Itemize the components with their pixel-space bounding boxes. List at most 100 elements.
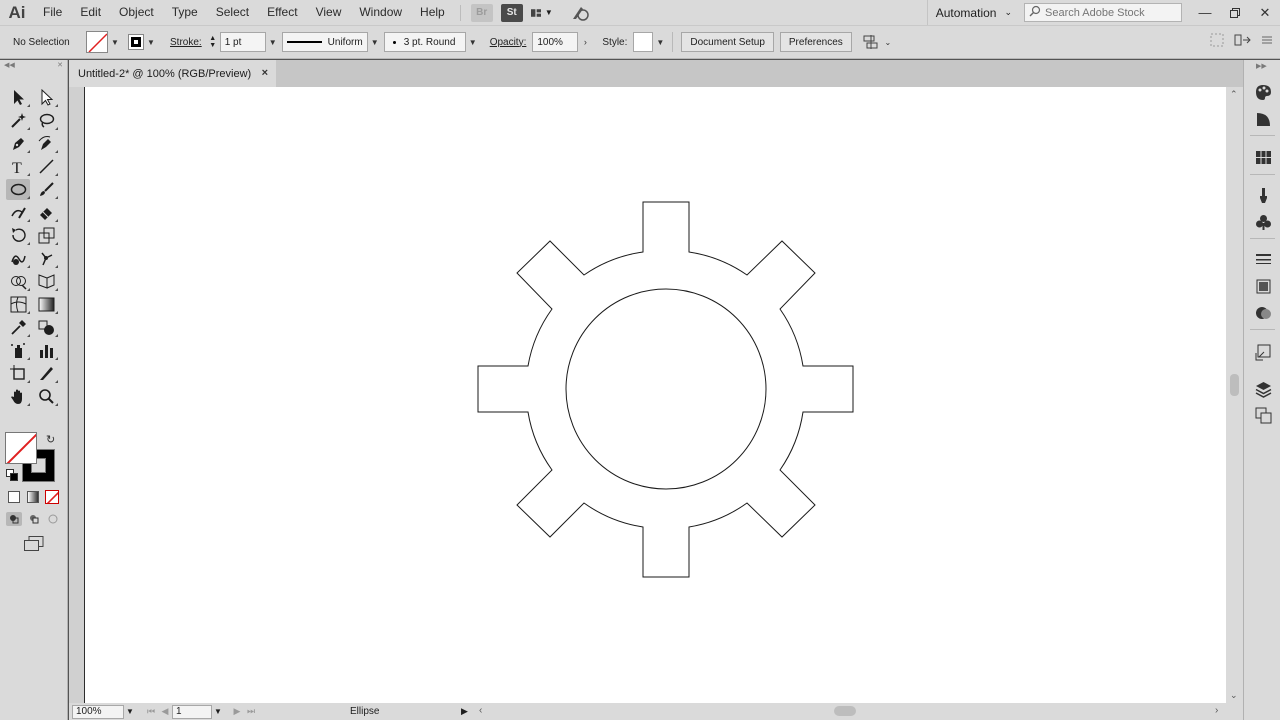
menu-object[interactable]: Object (110, 0, 163, 25)
brushes-icon[interactable] (1253, 185, 1273, 205)
menu-select[interactable]: Select (207, 0, 258, 25)
menu-edit[interactable]: Edit (71, 0, 110, 25)
scroll-up-icon[interactable]: ⌃ (1230, 89, 1238, 100)
arrange-documents-icon[interactable]: ▼ (530, 4, 553, 22)
stroke-weight-field[interactable]: 1 pt (219, 32, 266, 52)
canvas[interactable] (69, 87, 1226, 703)
artboard-tool-icon[interactable] (6, 363, 30, 384)
curvature-tool-icon[interactable] (34, 133, 58, 154)
line-segment-icon[interactable] (34, 156, 58, 177)
menu-effect[interactable]: Effect (258, 0, 306, 25)
close-window-button[interactable]: ✕ (1250, 0, 1280, 25)
puppet-warp-icon[interactable] (34, 248, 58, 269)
graphic-style-swatch[interactable] (633, 32, 654, 52)
scroll-left-icon[interactable]: ‹ (479, 705, 482, 716)
zoom-tool-icon[interactable] (34, 386, 58, 407)
gpu-performance-icon[interactable] (569, 4, 591, 22)
menu-help[interactable]: Help (411, 0, 454, 25)
slice-tool-icon[interactable] (34, 363, 58, 384)
search-input[interactable] (1045, 6, 1175, 19)
fill-color-box[interactable] (5, 432, 37, 464)
stroke-panel-icon[interactable] (1253, 249, 1273, 269)
next-artboard-icon[interactable]: ▶ (230, 706, 244, 717)
stock-button[interactable]: St (500, 3, 523, 22)
document-setup-button[interactable]: Document Setup (681, 32, 774, 52)
screen-mode-icon[interactable] (24, 536, 44, 554)
asset-export-icon[interactable] (1253, 342, 1273, 362)
swatches-icon[interactable] (1253, 147, 1273, 167)
document-tab[interactable]: Untitled-2* @ 100% (RGB/Preview) × (69, 60, 276, 87)
close-tab-icon[interactable]: × (262, 67, 268, 79)
artboard-number-field[interactable]: 1 (172, 704, 212, 719)
zoom-dropdown-icon[interactable]: ▼ (124, 707, 136, 716)
menu-file[interactable]: File (34, 0, 71, 25)
eraser-icon[interactable] (34, 202, 58, 223)
align-icon[interactable] (861, 32, 881, 52)
perspective-grid-icon[interactable] (34, 271, 58, 292)
vertical-scrollbar[interactable]: ⌃ ⌄ (1226, 87, 1243, 703)
bridge-button[interactable]: Br (470, 3, 493, 22)
blend-tool-icon[interactable] (34, 317, 58, 338)
toolbar-grip[interactable]: ◀◀ ✕ (0, 60, 67, 70)
symbols-icon[interactable] (1253, 212, 1273, 232)
scroll-down-icon[interactable]: ⌄ (1230, 690, 1238, 701)
menu-view[interactable]: View (307, 0, 351, 25)
artboard-dropdown-icon[interactable]: ▼ (212, 707, 224, 716)
magic-wand-icon[interactable] (6, 110, 30, 131)
panel-menu-icon[interactable] (1262, 33, 1272, 50)
fill-dropdown-icon[interactable]: ▼ (108, 32, 122, 52)
swap-colors-icon[interactable]: ↻ (46, 433, 55, 446)
direct-selection-tool-icon[interactable] (34, 87, 58, 108)
eyedropper-icon[interactable] (6, 317, 30, 338)
stroke-label[interactable]: Stroke: (164, 37, 208, 48)
paintbrush-icon[interactable] (34, 179, 58, 200)
menu-window[interactable]: Window (350, 0, 411, 25)
transform-icon[interactable] (1234, 33, 1252, 50)
align-dropdown-icon[interactable]: ⌄ (881, 32, 895, 52)
stroke-dropdown-icon[interactable]: ▼ (144, 32, 158, 52)
zoom-level-field[interactable]: 100% (72, 704, 124, 719)
fill-swatch[interactable] (86, 31, 108, 53)
gradient-tool-icon[interactable] (34, 294, 58, 315)
previous-artboard-icon[interactable]: ◀ (158, 706, 172, 717)
opacity-field[interactable]: 100% (532, 32, 579, 52)
none-mode-icon[interactable] (45, 490, 59, 504)
restore-button[interactable] (1220, 0, 1250, 25)
mesh-tool-icon[interactable] (6, 294, 30, 315)
opacity-label[interactable]: Opacity: (484, 37, 533, 48)
last-artboard-icon[interactable]: ⏭ (244, 706, 258, 717)
workspace-switcher[interactable]: Automation ⌄ (926, 0, 1020, 25)
stroke-profile-dropdown-icon[interactable]: ▼ (368, 32, 382, 52)
transparency-icon[interactable] (1253, 303, 1273, 323)
warp-tool-icon[interactable] (6, 248, 30, 269)
stroke-stepper-icon[interactable]: ▲ ▼ (208, 35, 218, 49)
type-tool-icon[interactable]: T (6, 156, 30, 177)
brush-dropdown-icon[interactable]: ▼ (466, 32, 480, 52)
horizontal-scroll-thumb[interactable] (834, 706, 856, 716)
default-colors-icon[interactable] (6, 469, 18, 484)
minimize-button[interactable]: — (1190, 0, 1220, 25)
column-graph-icon[interactable] (34, 340, 58, 361)
scroll-right-icon[interactable]: › (1215, 705, 1218, 716)
gradient-mode-icon[interactable] (27, 491, 39, 503)
gradient-swatch-icon[interactable] (1253, 276, 1273, 296)
lasso-icon[interactable] (34, 110, 58, 131)
stroke-profile-select[interactable]: Uniform (281, 32, 368, 52)
opacity-expand-icon[interactable]: › (578, 32, 592, 52)
shaper-tool-icon[interactable] (6, 202, 30, 223)
gradient-panel-icon[interactable] (1253, 109, 1273, 129)
shape-builder-icon[interactable] (6, 271, 30, 292)
ellipse-tool-icon[interactable] (6, 179, 30, 200)
color-mode-icon[interactable] (8, 491, 20, 503)
first-artboard-icon[interactable]: ⏮ (144, 706, 158, 717)
style-dropdown-icon[interactable]: ▼ (653, 32, 667, 52)
draw-inside-icon[interactable] (45, 512, 61, 526)
color-guide-icon[interactable] (1253, 82, 1273, 102)
hand-tool-icon[interactable] (6, 386, 30, 407)
vertical-scroll-thumb[interactable] (1230, 374, 1239, 396)
layers-icon[interactable] (1253, 379, 1273, 399)
status-menu-icon[interactable]: ▶ (461, 706, 468, 717)
draw-behind-icon[interactable] (26, 512, 42, 526)
stock-search[interactable] (1024, 3, 1182, 22)
selection-tool-icon[interactable] (6, 87, 30, 108)
